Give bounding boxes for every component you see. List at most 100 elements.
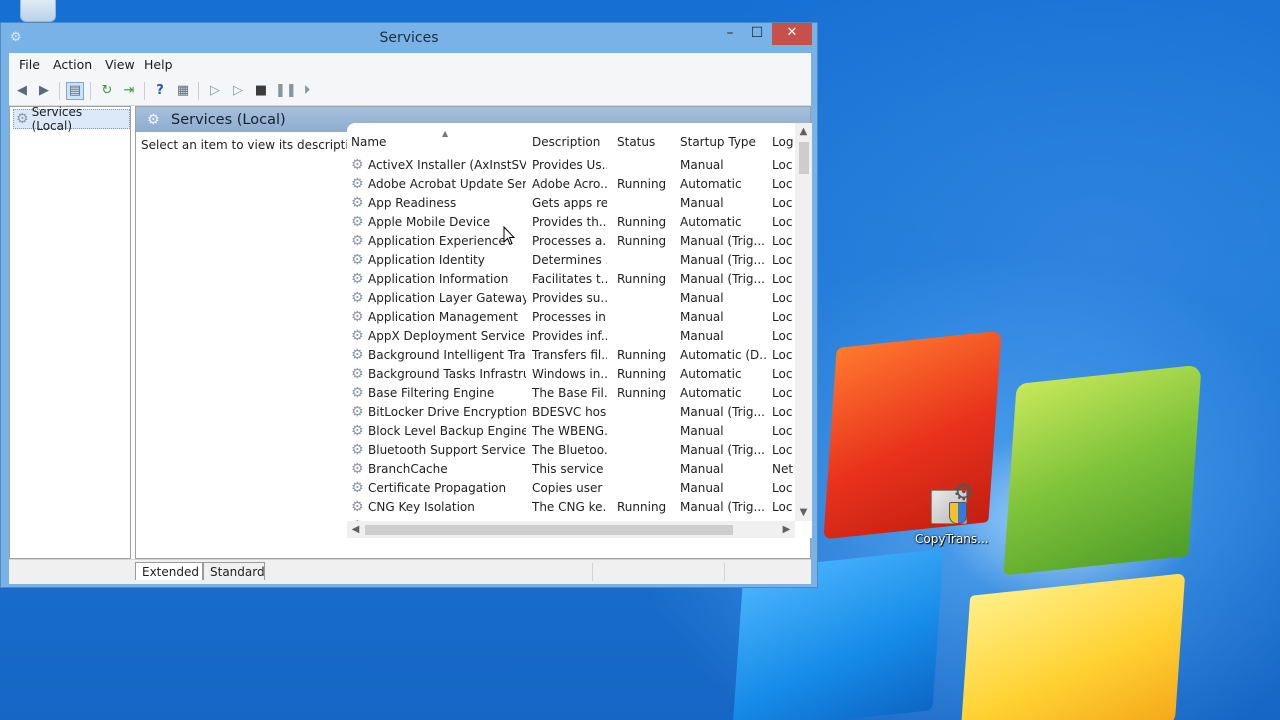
horizontal-scroll-thumb[interactable] — [365, 525, 733, 535]
properties-icon[interactable]: ▦ — [174, 82, 192, 100]
service-status: Running — [617, 348, 667, 362]
service-description: This service ... — [532, 462, 607, 476]
table-row[interactable]: ⚙ Application Layer Gateway ... Provides s… — [347, 289, 797, 308]
scroll-down-icon[interactable]: ▼ — [795, 504, 812, 521]
service-description: Processes a... — [532, 234, 607, 248]
service-startup-type: Manual — [680, 158, 724, 172]
gear-icon: ⚙ — [351, 347, 364, 363]
column-header-startup-type[interactable]: Startup Type — [680, 135, 756, 149]
toolbar: ◀ ▶ ▤ ↻ ⇥ ? ▦ ▷ ▷ ■ ❚❚ ⏵ — [9, 77, 811, 106]
table-row[interactable]: ⚙ Apple Mobile Device Provides th... Runnin… — [347, 213, 797, 232]
pane-title: Services (Local) — [171, 112, 286, 128]
menu-file[interactable]: File — [19, 57, 40, 72]
minimize-button[interactable]: – — [717, 23, 743, 45]
gear-icon: ⚙ — [351, 328, 364, 344]
table-row[interactable]: ⚙ Bluetooth Support Service The Bluetoo...… — [347, 441, 797, 460]
table-row[interactable]: ⚙ CNG Key Isolation The CNG ke... Running Ma… — [347, 498, 797, 517]
tree-item-services-local[interactable]: ⚙ Services (Local) — [13, 105, 130, 133]
column-header-name[interactable]: Name — [351, 135, 386, 149]
menu-help[interactable]: Help — [144, 57, 173, 72]
service-description: Provides th... — [532, 215, 607, 229]
table-row[interactable]: ⚙ BitLocker Drive Encryption ... BDESVC ho… — [347, 403, 797, 422]
service-log-on-as: Loc — [772, 367, 793, 381]
column-header-description[interactable]: Description — [532, 135, 600, 149]
maximize-button[interactable]: ☐ — [744, 23, 770, 45]
service-startup-type: Automatic — [680, 215, 742, 229]
toolbar-separator — [144, 82, 145, 100]
service-description: Gets apps re... — [532, 196, 607, 210]
service-log-on-as: Loc — [772, 272, 793, 286]
start-service-icon[interactable]: ▷ — [206, 82, 224, 100]
menu-view[interactable]: View — [105, 57, 135, 72]
service-description: The Bluetoo... — [532, 443, 607, 457]
table-row[interactable]: ⚙ Application Information Facilitates t...… — [347, 270, 797, 289]
table-row[interactable]: ⚙ Application Management Processes in... Ma… — [347, 308, 797, 327]
column-header-status[interactable]: Status — [617, 135, 655, 149]
service-log-on-as: Loc — [772, 424, 793, 438]
scroll-left-icon[interactable]: ◀ — [347, 521, 364, 538]
refresh-icon[interactable]: ↻ — [98, 82, 116, 100]
table-row[interactable]: ⚙ Certificate Propagation Copies user ... M… — [347, 479, 797, 498]
service-log-on-as: Loc — [772, 177, 793, 191]
table-row[interactable]: ⚙ Application Experience Processes a... Run… — [347, 232, 797, 251]
table-row[interactable]: ⚙ Application Identity Determines ... Manua… — [347, 251, 797, 270]
service-name: BranchCache — [368, 462, 448, 476]
copytrans-label[interactable]: CopyTrans... — [915, 532, 989, 546]
gear-icon: ⚙ — [351, 157, 364, 173]
table-row[interactable]: ⚙ Background Intelligent Tran... Transfers… — [347, 346, 797, 365]
service-log-on-as: Loc — [772, 329, 793, 343]
show-hide-console-tree-icon[interactable]: ▤ — [66, 82, 84, 100]
copytrans-desktop-shortcut[interactable]: ⚙ CopyTrans... — [915, 480, 989, 546]
toolbar-separator — [198, 82, 199, 100]
gear-icon: ⚙ — [351, 271, 364, 287]
gear-icon: ⚙ — [351, 309, 364, 325]
copytrans-icon[interactable]: ⚙ — [927, 480, 975, 526]
service-description: Provides Us... — [532, 158, 607, 172]
service-startup-type: Manual — [680, 329, 724, 343]
services-list: ▲ Name Description Status Startup Type L… — [347, 123, 812, 538]
restart-service-icon[interactable]: ⏵ — [298, 82, 316, 100]
service-description: Provides inf... — [532, 329, 607, 343]
service-name: Block Level Backup Engine ... — [368, 424, 526, 438]
service-log-on-as: Net — [772, 462, 794, 476]
stop-service-icon[interactable]: ■ — [252, 82, 270, 100]
table-row[interactable]: ⚙ BranchCache This service ... Manual Net — [347, 460, 797, 479]
wallpaper-logo-green-pane — [1003, 364, 1202, 576]
toolbar-separator — [59, 82, 60, 100]
horizontal-scrollbar[interactable]: ◀ ▶ — [347, 521, 795, 538]
recycle-bin-icon[interactable] — [20, 0, 56, 22]
table-row[interactable]: ⚙ Block Level Backup Engine ... The WBENG.… — [347, 422, 797, 441]
service-startup-type: Manual (Trig... — [680, 500, 765, 514]
table-row[interactable]: ⚙ App Readiness Gets apps re... Manual Loc — [347, 194, 797, 213]
table-row[interactable]: ⚙ Base Filtering Engine The Base Fil... Run… — [347, 384, 797, 403]
scroll-up-icon[interactable]: ▲ — [795, 123, 812, 140]
gear-icon: ⚙ — [351, 252, 364, 268]
help-icon[interactable]: ? — [151, 82, 169, 100]
tab-standard[interactable]: Standard — [203, 562, 265, 580]
column-header-log-on-as[interactable]: Log — [772, 135, 793, 149]
service-name: Certificate Propagation — [368, 481, 507, 495]
tab-extended[interactable]: Extended — [135, 562, 203, 580]
table-row[interactable]: ⚙ Background Tasks Infrastru... Windows in… — [347, 365, 797, 384]
title-bar[interactable]: ⚙ Services – ☐ ✕ — [1, 23, 817, 53]
gear-icon: ⚙ — [351, 290, 364, 306]
table-row[interactable]: ⚙ Adobe Acrobat Update Serv... Adobe Acro.… — [347, 175, 797, 194]
menu-action[interactable]: Action — [53, 57, 92, 72]
forward-icon[interactable]: ▶ — [35, 82, 53, 100]
toolbar-separator — [90, 82, 91, 100]
close-button[interactable]: ✕ — [772, 23, 812, 45]
pause-service-icon[interactable]: ❚❚ — [275, 82, 297, 100]
export-list-icon[interactable]: ⇥ — [120, 82, 138, 100]
vertical-scrollbar[interactable]: ▲ ▼ — [795, 123, 812, 521]
vertical-scroll-thumb[interactable] — [799, 142, 809, 174]
table-row[interactable]: ⚙ AppX Deployment Service (... Provides in… — [347, 327, 797, 346]
table-row[interactable]: ⚙ ActiveX Installer (AxInstSV) Provides Us… — [347, 156, 797, 175]
service-name: Application Information — [368, 272, 509, 286]
window-title: Services — [379, 30, 439, 46]
back-icon[interactable]: ◀ — [13, 82, 31, 100]
service-startup-type: Manual (Trig... — [680, 272, 765, 286]
start-service-alt-icon[interactable]: ▷ — [229, 82, 247, 100]
service-startup-type: Manual — [680, 462, 724, 476]
wallpaper-logo-yellow-pane — [959, 573, 1186, 720]
scroll-right-icon[interactable]: ▶ — [778, 521, 795, 538]
